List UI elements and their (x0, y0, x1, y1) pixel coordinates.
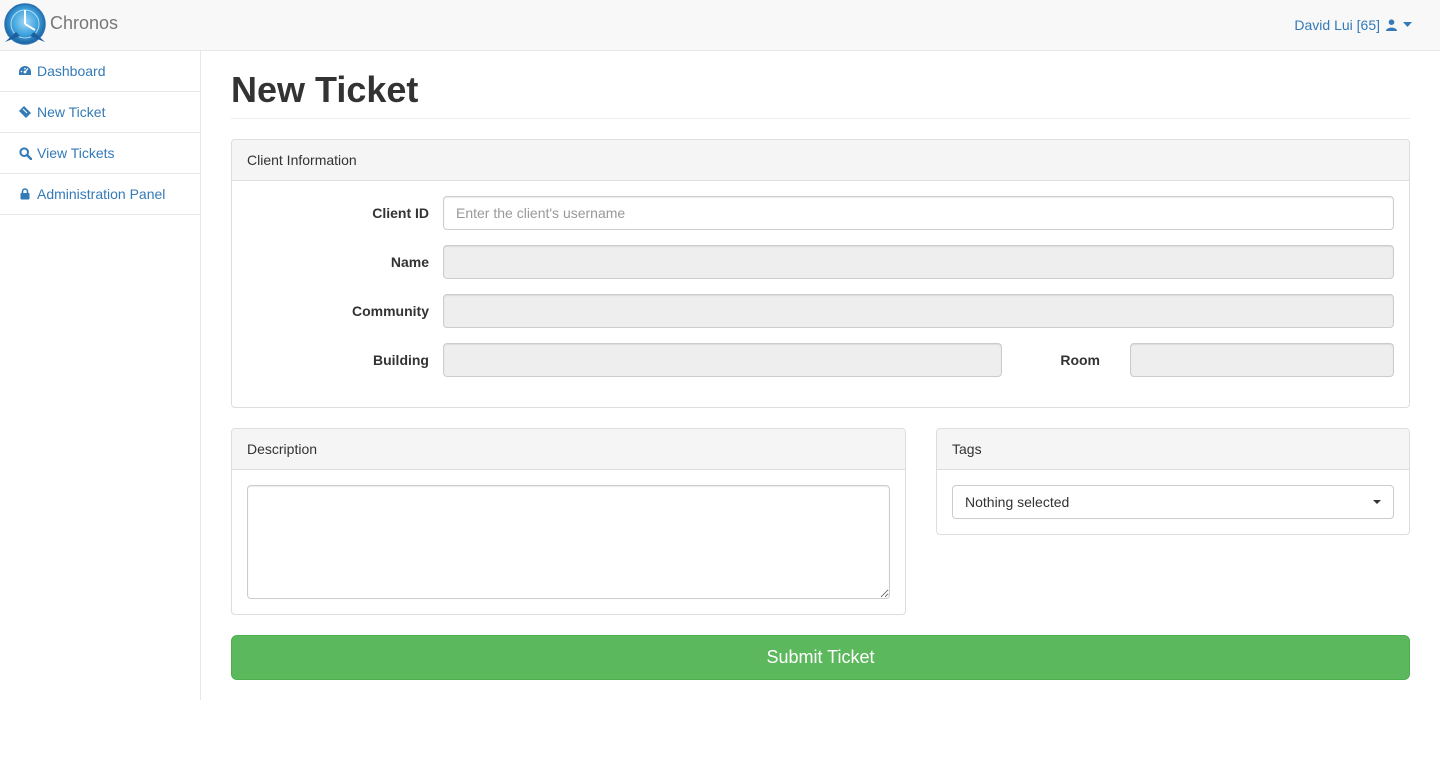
sidebar-item-label: Dashboard (37, 63, 106, 79)
client-id-label: Client ID (372, 205, 429, 221)
sidebar-item-label: New Ticket (37, 104, 106, 120)
building-label: Building (373, 352, 429, 368)
tags-selected-value: Nothing selected (965, 494, 1070, 510)
brand-name[interactable]: Chronos (50, 12, 118, 34)
panel-heading: Description (232, 429, 905, 470)
community-field (443, 294, 1394, 328)
tags-select[interactable]: Nothing selected (952, 485, 1394, 519)
chronos-logo[interactable] (2, 2, 48, 48)
dashboard-icon (18, 64, 32, 78)
chevron-down-icon (1403, 22, 1412, 27)
building-field (443, 343, 1002, 377)
client-id-input[interactable] (443, 196, 1394, 230)
top-navbar: Chronos David Lui [65] (0, 0, 1440, 51)
sidebar-item-new-ticket[interactable]: New Ticket (0, 92, 200, 133)
page-title: New Ticket (231, 69, 419, 110)
sidebar-item-label: View Tickets (37, 145, 115, 161)
sidebar-item-administration-panel[interactable]: Administration Panel (0, 174, 200, 215)
sidebar: Dashboard New Ticket View Tickets Admini… (0, 51, 201, 700)
description-panel: Description (231, 428, 906, 615)
room-label: Room (1060, 352, 1100, 368)
caret-down-icon (1373, 500, 1381, 504)
sidebar-item-view-tickets[interactable]: View Tickets (0, 133, 200, 174)
panel-heading: Client Information (232, 140, 1409, 181)
community-label: Community (352, 303, 429, 319)
name-field (443, 245, 1394, 279)
sidebar-item-dashboard[interactable]: Dashboard (0, 51, 200, 92)
user-menu[interactable]: David Lui [65] (1294, 15, 1412, 35)
ticket-icon (18, 105, 32, 119)
room-field (1130, 343, 1394, 377)
submit-ticket-button[interactable]: Submit Ticket (231, 635, 1410, 680)
tags-panel: Tags Nothing selected (936, 428, 1410, 535)
title-divider (231, 118, 1410, 119)
user-icon (1386, 19, 1397, 31)
search-icon (18, 146, 32, 160)
description-textarea[interactable] (247, 485, 890, 599)
panel-heading: Tags (937, 429, 1409, 470)
lock-icon (18, 187, 32, 201)
sidebar-item-label: Administration Panel (37, 186, 166, 202)
name-label: Name (390, 254, 429, 270)
user-name: David Lui [65] (1294, 17, 1380, 33)
client-information-panel: Client Information Client ID Name Commun… (231, 139, 1410, 408)
